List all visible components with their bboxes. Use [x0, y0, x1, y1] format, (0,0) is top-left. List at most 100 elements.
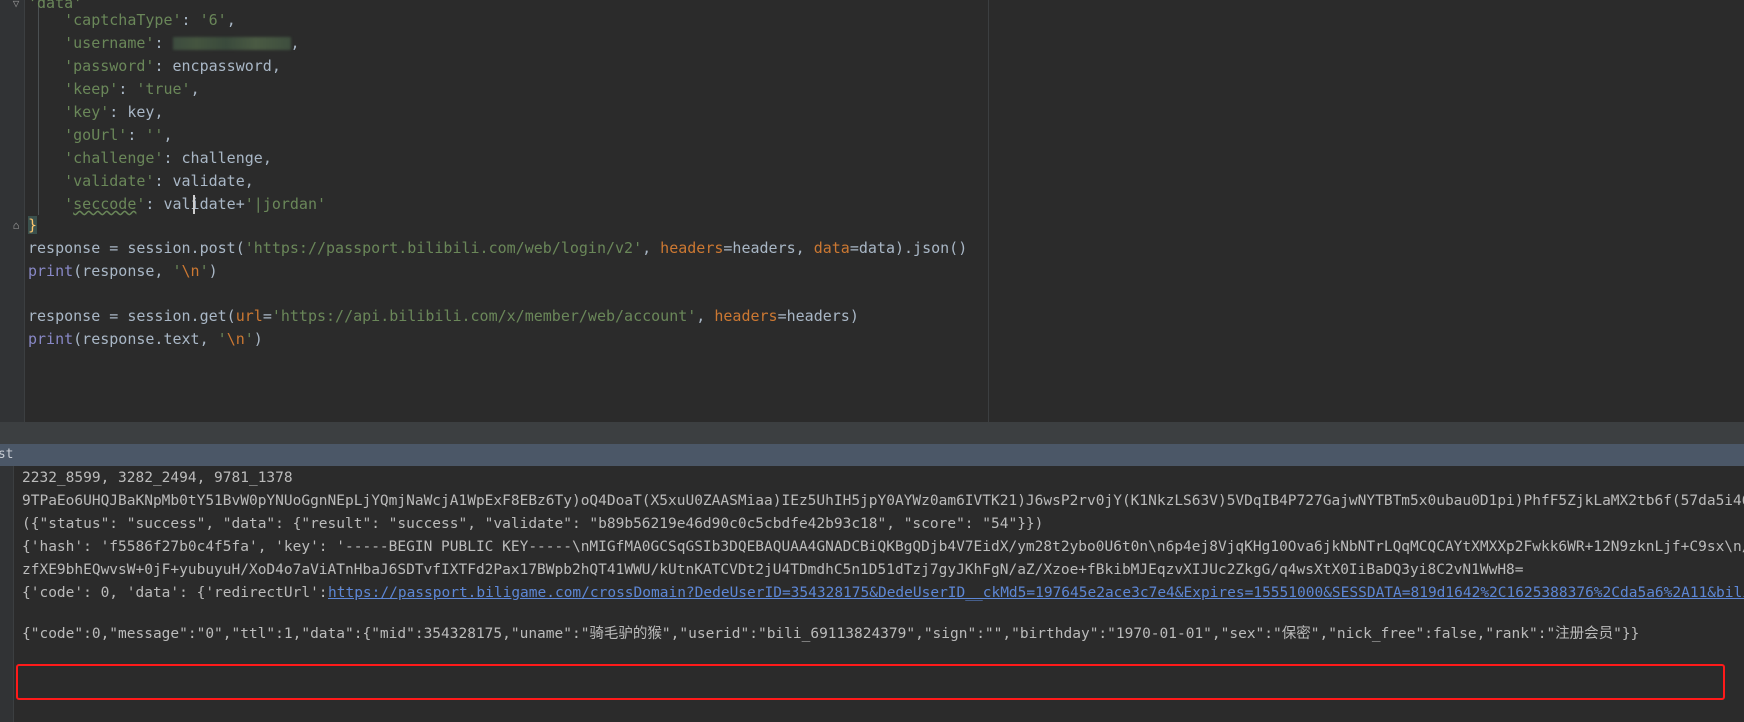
- line-validate[interactable]: 'validate': validate,: [28, 169, 254, 194]
- code-token: :: [127, 126, 146, 144]
- code-token: :: [145, 195, 164, 213]
- code-token: =: [109, 239, 128, 257]
- line-password[interactable]: 'password': encpassword,: [28, 54, 281, 79]
- code-token: =headers): [777, 307, 859, 325]
- code-token: '': [145, 126, 164, 144]
- code-token: \n: [181, 262, 200, 280]
- code-token: :: [118, 80, 137, 98]
- code-token: :: [181, 11, 200, 29]
- line-keep[interactable]: 'keep': 'true',: [28, 77, 200, 102]
- console-output-pane[interactable]: 2232_8599, 3282_2494, 9781_1378 9TPaEo6UH…: [0, 466, 1744, 722]
- code-token: encpassword: [172, 57, 272, 75]
- code-token: :: [163, 149, 182, 167]
- code-token: :: [154, 172, 173, 190]
- code-token: seccode: [73, 195, 137, 213]
- code-editor-pane[interactable]: ' data ' ▽ 'captchaType': '6', 'username':…: [0, 0, 1744, 422]
- console-gutter-divider: [13, 466, 14, 722]
- code-token: ': [217, 330, 227, 348]
- console-gutter: [0, 466, 13, 722]
- code-token: ,: [163, 126, 173, 144]
- code-token: (response.text,: [73, 330, 218, 348]
- code-token: ): [253, 330, 263, 348]
- line-print-2[interactable]: print(response.text, '\n'): [28, 327, 263, 352]
- line-print-1[interactable]: print(response, '\n'): [28, 259, 218, 284]
- console-redirect-url-link[interactable]: https://passport.biligame.com/crossDomai…: [328, 581, 1744, 606]
- code-token: key: [127, 103, 155, 121]
- code-token: ,: [696, 307, 715, 325]
- code-token: ': [244, 330, 254, 348]
- code-token: ,: [271, 57, 281, 75]
- code-token: response: [28, 239, 110, 257]
- console-line-account: {"code":0,"message":"0","ttl":1,"data":{…: [22, 626, 1640, 642]
- console-tab-bar[interactable]: est: [0, 444, 1744, 466]
- code-fold-open-icon[interactable]: ▽: [9, 0, 23, 16]
- code-token: '|jordan': [244, 195, 327, 213]
- code-token: 'true': [136, 80, 191, 98]
- redacted-username-value: [172, 37, 291, 50]
- code-token: ,: [226, 11, 236, 29]
- console-line-hashkey: {'hash': 'f5586f27b0c4f5fa', 'key': '---…: [22, 539, 1744, 555]
- code-token: 'captchaType': [64, 11, 182, 29]
- code-token: 'key': [64, 103, 110, 121]
- code-token: (response,: [73, 262, 173, 280]
- code-token: :: [154, 57, 173, 75]
- code-token: challenge: [181, 149, 263, 167]
- code-token: 'keep': [64, 80, 119, 98]
- code-token: 'challenge': [64, 149, 164, 167]
- line-get[interactable]: response = session.get(url='https://api.…: [28, 304, 859, 329]
- line-seccode[interactable]: 'seccode': validate+'|jordan': [28, 192, 326, 217]
- code-token: validate: [163, 195, 236, 213]
- console-line-token: 9TPaEo6UHQJBaKNpMb0tY51BvW0pYNUoGgnNEpLj…: [22, 493, 1744, 509]
- code-token: :: [154, 34, 173, 52]
- code-text-area[interactable]: ' data ' ▽ 'captchaType': '6', 'username':…: [0, 0, 988, 422]
- code-token: 'validate': [64, 172, 155, 190]
- code-token: =headers,: [723, 239, 814, 257]
- code-token: ,: [642, 239, 661, 257]
- code-token: +: [235, 195, 245, 213]
- code-token: url: [235, 307, 263, 325]
- code-token: 'password': [64, 57, 155, 75]
- console-line-redirect-prefix: {'code': 0, 'data': {'redirectUrl': ': [22, 585, 346, 601]
- text-caret: [193, 195, 195, 214]
- line-captchatype[interactable]: 'captchaType': '6',: [28, 8, 236, 33]
- code-token: headers: [714, 307, 778, 325]
- code-token: headers: [660, 239, 724, 257]
- line-close-brace[interactable]: }: [28, 213, 38, 238]
- editor-right-empty-region[interactable]: [989, 0, 1744, 422]
- code-token: =: [109, 307, 128, 325]
- code-token: print: [28, 330, 74, 348]
- code-token: }: [28, 216, 38, 234]
- code-token: '6': [199, 11, 227, 29]
- code-token: session.get(: [127, 307, 236, 325]
- code-token: 'https://passport.bilibili.com/web/login…: [244, 239, 643, 257]
- code-token: ,: [190, 80, 200, 98]
- code-token: validate: [172, 172, 245, 190]
- line-challenge[interactable]: 'challenge': challenge,: [28, 146, 272, 171]
- pane-divider[interactable]: [0, 422, 1744, 444]
- code-token: ,: [290, 34, 300, 52]
- line-key[interactable]: 'key': key,: [28, 100, 163, 125]
- code-fold-close-icon[interactable]: ⌂: [9, 213, 23, 238]
- line-post[interactable]: response = session.post('https://passpor…: [28, 236, 967, 261]
- code-token: ): [208, 262, 218, 280]
- code-token: ,: [154, 103, 164, 121]
- code-token: 'https://api.bilibili.com/x/member/web/a…: [271, 307, 697, 325]
- tab-selected-label[interactable]: est: [0, 444, 13, 466]
- line-username[interactable]: 'username': ,: [28, 31, 300, 56]
- code-token: ': [199, 262, 209, 280]
- code-token: print: [28, 262, 74, 280]
- code-token: ,: [262, 149, 272, 167]
- line-gourl[interactable]: 'goUrl': '',: [28, 123, 173, 148]
- code-token: \n: [226, 330, 245, 348]
- console-line-key2: zfXE9bhEQwvsW+0jF+yubuyuH/XoD4o7aViATnHb…: [22, 562, 1524, 578]
- code-token: ': [172, 262, 182, 280]
